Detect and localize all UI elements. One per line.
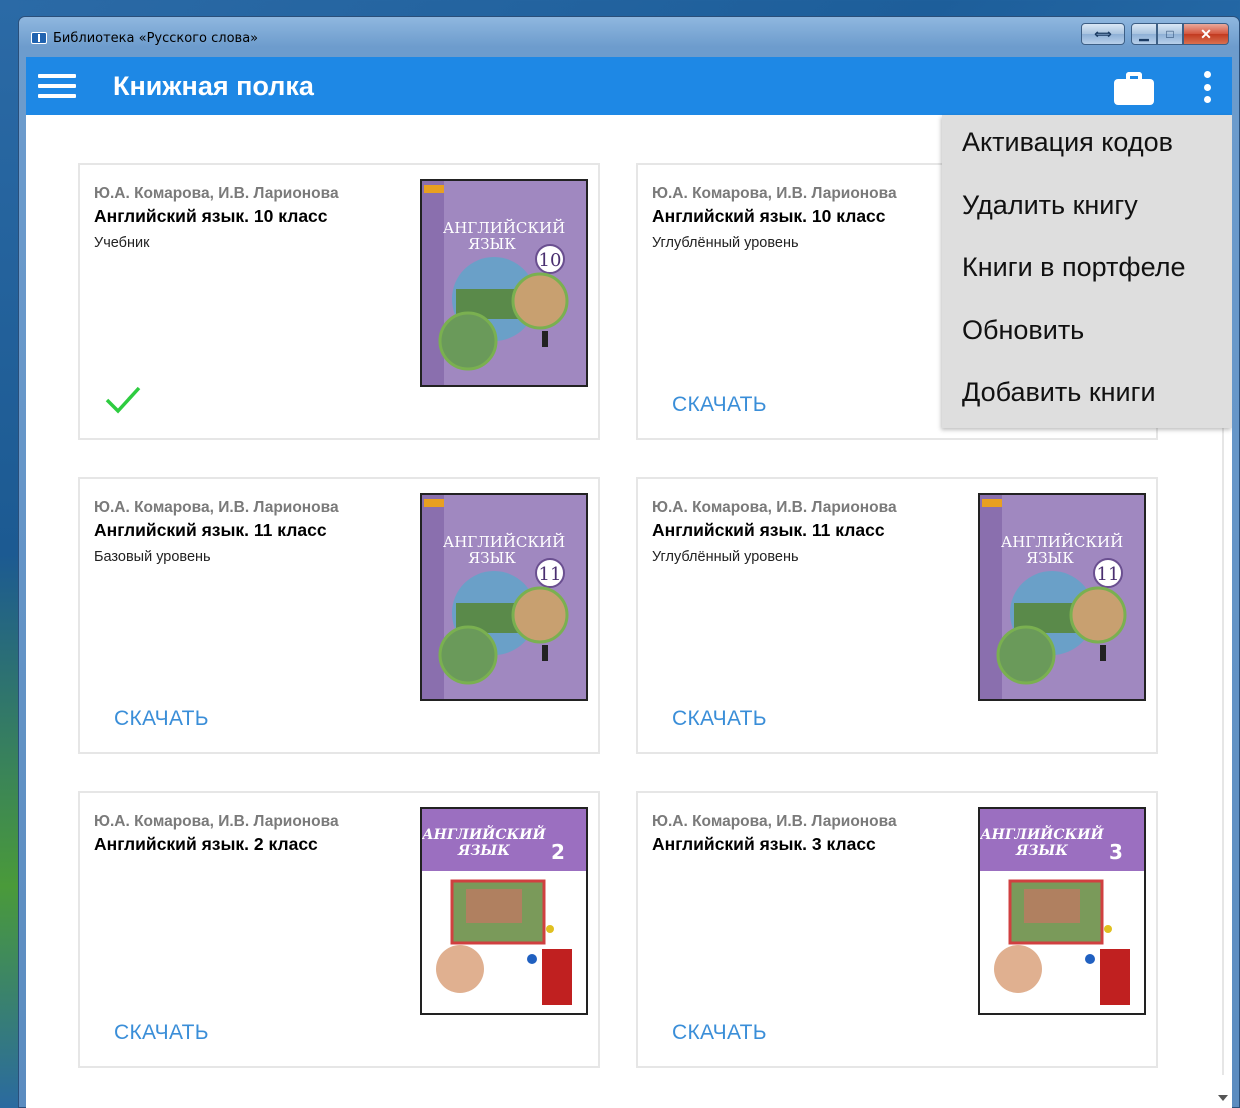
menu-item-refresh[interactable]: Обновить bbox=[962, 315, 1084, 346]
book-cover-image[interactable]: АНГЛИЙСКИЙЯЗЫК10 bbox=[420, 179, 588, 387]
client-area: Книжная полка Ю.А. Комарова, И.В. Ларион… bbox=[26, 57, 1232, 1108]
book-card[interactable]: Ю.А. Комарова, И.В. Ларионова Английский … bbox=[636, 477, 1158, 754]
book-subtitle: Углублённый уровень bbox=[652, 235, 799, 251]
download-button[interactable]: СКАЧАТЬ bbox=[672, 707, 767, 731]
book-authors: Ю.А. Комарова, И.В. Ларионова bbox=[94, 813, 339, 830]
cover-subtitle: ЯЗЫК bbox=[1026, 549, 1074, 567]
cover-grade: 11 bbox=[539, 564, 562, 585]
download-button[interactable]: СКАЧАТЬ bbox=[672, 393, 767, 417]
menu-item-add-books[interactable]: Добавить книги bbox=[962, 377, 1156, 408]
app-icon bbox=[31, 32, 47, 44]
hamburger-icon[interactable] bbox=[38, 74, 76, 98]
page-title: Книжная полка bbox=[113, 71, 314, 101]
book-card[interactable]: Ю.А. Комарова, И.В. Ларионова Английский … bbox=[78, 477, 600, 754]
book-cover-image[interactable]: АНГЛИЙСКИЙ ЯЗЫК 3 bbox=[978, 807, 1146, 1015]
download-button[interactable]: СКАЧАТЬ bbox=[672, 1021, 767, 1045]
caption-buttons: ⟺ ▁ □ ✕ bbox=[1081, 23, 1229, 47]
window-controls: ▁ □ ✕ bbox=[1131, 23, 1229, 45]
cover-subtitle: ЯЗЫК bbox=[457, 843, 510, 859]
book-cover-image[interactable]: АНГЛИЙСКИЙ ЯЗЫК 11 bbox=[420, 493, 588, 701]
cover-subtitle: ЯЗЫК bbox=[1015, 843, 1068, 859]
desktop-background bbox=[0, 0, 18, 1108]
book-title: Английский язык. 2 класс bbox=[94, 834, 318, 854]
book-title: Английский язык. 11 класс bbox=[652, 520, 885, 540]
book-authors: Ю.А. Комарова, И.В. Ларионова bbox=[94, 499, 339, 516]
book-card[interactable]: Ю.А. Комарова, И.В. Ларионова Английский … bbox=[636, 791, 1158, 1068]
cover-grade: 11 bbox=[1097, 564, 1120, 585]
cover-subtitle: ЯЗЫК bbox=[468, 549, 516, 567]
window-title: Библиотека «Русского слова» bbox=[53, 31, 259, 46]
cover-grade: 10 bbox=[539, 250, 562, 271]
scroll-down-arrow-icon[interactable] bbox=[1218, 1095, 1228, 1101]
cover-title: АНГЛИЙСКИЙ bbox=[980, 824, 1105, 843]
book-card[interactable]: Ю.А. Комарова, И.В. Ларионова Английский … bbox=[78, 163, 600, 440]
maximize-button[interactable]: □ bbox=[1157, 23, 1183, 45]
app-window: Библиотека «Русского слова» ⟺ ▁ □ ✕ Книж… bbox=[18, 16, 1240, 1108]
resize-button[interactable]: ⟺ bbox=[1081, 23, 1125, 45]
book-authors: Ю.А. Комарова, И.В. Ларионова bbox=[652, 185, 897, 202]
cover-title: АНГЛИЙСКИЙ bbox=[422, 824, 547, 843]
cover-subtitle: ЯЗЫК bbox=[468, 235, 516, 253]
app-bar: Книжная полка bbox=[26, 57, 1232, 115]
briefcase-icon[interactable] bbox=[1114, 72, 1154, 105]
book-subtitle: Базовый уровень bbox=[94, 549, 211, 565]
menu-item-books-in-briefcase[interactable]: Книги в портфеле bbox=[962, 252, 1186, 283]
book-subtitle: Учебник bbox=[94, 235, 150, 251]
book-card[interactable]: Ю.А. Комарова, И.В. Ларионова Английский … bbox=[78, 791, 600, 1068]
download-button[interactable]: СКАЧАТЬ bbox=[114, 707, 209, 731]
more-vert-icon[interactable] bbox=[1202, 71, 1212, 103]
book-subtitle: Углублённый уровень bbox=[652, 549, 799, 565]
close-button[interactable]: ✕ bbox=[1183, 23, 1229, 45]
overflow-menu: Активация кодов Удалить книгу Книги в по… bbox=[942, 115, 1232, 428]
book-cover-image[interactable]: АНГЛИЙСКИЙ ЯЗЫК 11 bbox=[978, 493, 1146, 701]
book-title: Английский язык. 10 класс bbox=[652, 206, 886, 226]
menu-item-activate-codes[interactable]: Активация кодов bbox=[962, 127, 1173, 158]
minimize-button[interactable]: ▁ bbox=[1131, 23, 1157, 45]
book-title: Английский язык. 11 класс bbox=[94, 520, 327, 540]
book-title: Английский язык. 3 класс bbox=[652, 834, 876, 854]
book-authors: Ю.А. Комарова, И.В. Ларионова bbox=[94, 185, 339, 202]
downloaded-check-icon bbox=[104, 383, 142, 417]
book-authors: Ю.А. Комарова, И.В. Ларионова bbox=[652, 813, 897, 830]
window-titlebar[interactable]: Библиотека «Русского слова» ⟺ ▁ □ ✕ bbox=[19, 17, 1239, 57]
book-cover-image[interactable]: АНГЛИЙСКИЙ ЯЗЫК 2 bbox=[420, 807, 588, 1015]
menu-item-delete-book[interactable]: Удалить книгу bbox=[962, 190, 1138, 221]
book-title: Английский язык. 10 класс bbox=[94, 206, 328, 226]
cover-grade: 3 bbox=[1109, 840, 1123, 864]
cover-grade: 2 bbox=[551, 840, 565, 864]
book-authors: Ю.А. Комарова, И.В. Ларионова bbox=[652, 499, 897, 516]
download-button[interactable]: СКАЧАТЬ bbox=[114, 1021, 209, 1045]
